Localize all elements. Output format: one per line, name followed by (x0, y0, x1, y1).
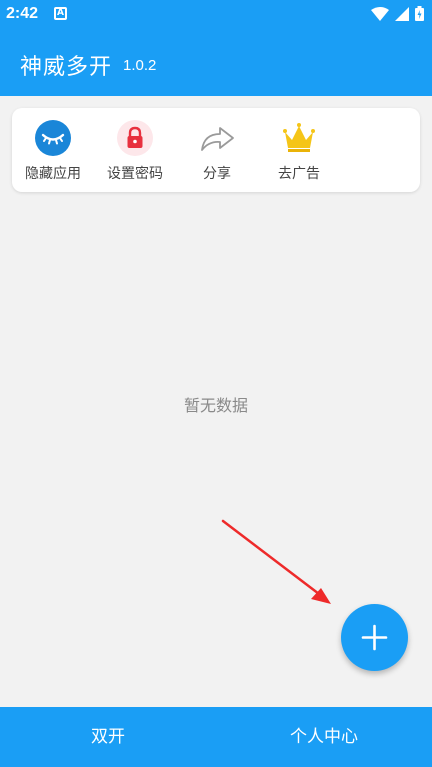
annotation-arrow (221, 519, 331, 604)
hide-apps-button[interactable]: 隐藏应用 (12, 108, 94, 192)
battery-icon (415, 6, 424, 21)
signal-icon (395, 6, 409, 21)
eye-closed-icon (35, 120, 71, 156)
status-bar: 2:42 A (0, 0, 432, 30)
notification-icon: A (54, 7, 67, 20)
set-password-label: 设置密码 (107, 166, 163, 182)
tab-dual-open[interactable]: 双开 (0, 707, 216, 767)
share-arrow-icon (201, 127, 234, 151)
app-version: 1.0.2 (123, 57, 157, 74)
plus-icon (361, 624, 388, 651)
bottom-nav: 双开 个人中心 (0, 707, 432, 767)
lock-icon (117, 120, 153, 156)
wifi-icon (371, 6, 389, 21)
status-time: 2:42 (6, 5, 39, 22)
remove-ads-button[interactable]: 去广告 (258, 108, 340, 192)
app-bar: 神威多开 1.0.2 (0, 30, 432, 96)
add-app-fab[interactable] (341, 604, 408, 671)
crown-icon (283, 123, 315, 152)
share-label: 分享 (203, 166, 231, 182)
share-button[interactable]: 分享 (176, 108, 258, 192)
tab-profile[interactable]: 个人中心 (216, 707, 432, 767)
set-password-button[interactable]: 设置密码 (94, 108, 176, 192)
hide-apps-label: 隐藏应用 (25, 166, 81, 182)
remove-ads-label: 去广告 (278, 166, 320, 182)
app-title: 神威多开 (20, 55, 113, 80)
status-icons (371, 6, 424, 21)
empty-state-text: 暂无数据 (183, 396, 248, 415)
quick-actions-card: 隐藏应用 设置密码 分享 去广告 (12, 108, 420, 192)
